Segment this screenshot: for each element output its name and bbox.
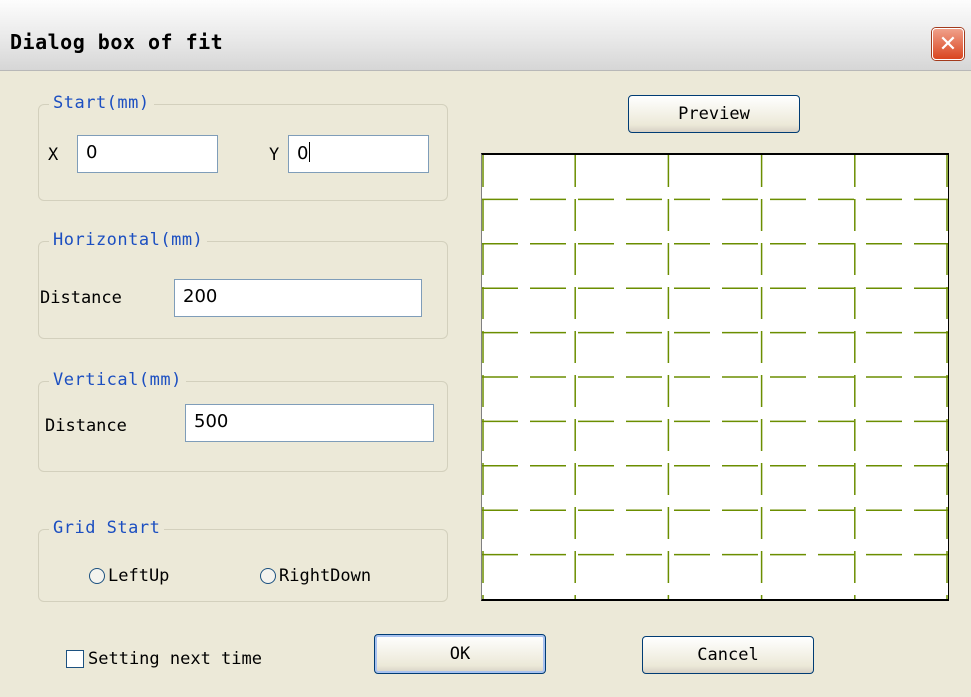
- dialog-body: Start(mm) X 0 Y 0 Horizontal(mm) Distanc…: [0, 71, 971, 697]
- vertical-distance-input[interactable]: 500: [185, 404, 434, 442]
- setting-next-time-checkbox[interactable]: [66, 650, 84, 668]
- start-y-label: Y: [269, 145, 280, 165]
- ok-button[interactable]: OK: [374, 634, 546, 674]
- start-x-value: 0: [86, 142, 98, 163]
- close-button[interactable]: ✕: [932, 28, 964, 60]
- horizontal-group-label: Horizontal(mm): [49, 230, 208, 250]
- horizontal-distance-input[interactable]: 200: [174, 279, 422, 317]
- horizontal-distance-value: 200: [183, 286, 218, 307]
- radio-leftup-label: LeftUp: [108, 566, 170, 586]
- cancel-button[interactable]: Cancel: [642, 636, 814, 674]
- preview-canvas: [481, 153, 949, 601]
- start-x-label: X: [48, 145, 59, 165]
- title-bar[interactable]: Dialog box of fit ✕: [0, 0, 971, 71]
- preview-grid: [482, 155, 948, 599]
- start-x-input[interactable]: 0: [77, 135, 218, 173]
- grid-start-group-label: Grid Start: [49, 518, 165, 538]
- vertical-distance-label: Distance: [45, 416, 127, 436]
- horizontal-distance-label: Distance: [40, 288, 122, 308]
- radio-leftup[interactable]: LeftUp: [89, 566, 169, 586]
- radio-leftup-circle[interactable]: [89, 568, 105, 584]
- ok-button-label: OK: [449, 644, 471, 664]
- dialog-title: Dialog box of fit: [10, 30, 224, 54]
- radio-rightdown-label: RightDown: [279, 566, 372, 586]
- start-group-label: Start(mm): [49, 93, 154, 113]
- preview-button[interactable]: Preview: [628, 95, 800, 133]
- vertical-distance-value: 500: [194, 411, 229, 432]
- start-y-value: 0: [297, 143, 309, 164]
- radio-rightdown[interactable]: RightDown: [260, 566, 371, 586]
- text-caret: [309, 142, 311, 162]
- cancel-button-label: Cancel: [697, 645, 759, 665]
- close-icon: ✕: [938, 31, 958, 57]
- radio-rightdown-circle[interactable]: [260, 568, 276, 584]
- vertical-group-label: Vertical(mm): [49, 370, 186, 390]
- start-y-input[interactable]: 0: [288, 135, 429, 173]
- setting-next-time-label[interactable]: Setting next time: [88, 649, 262, 669]
- preview-button-label: Preview: [678, 104, 750, 124]
